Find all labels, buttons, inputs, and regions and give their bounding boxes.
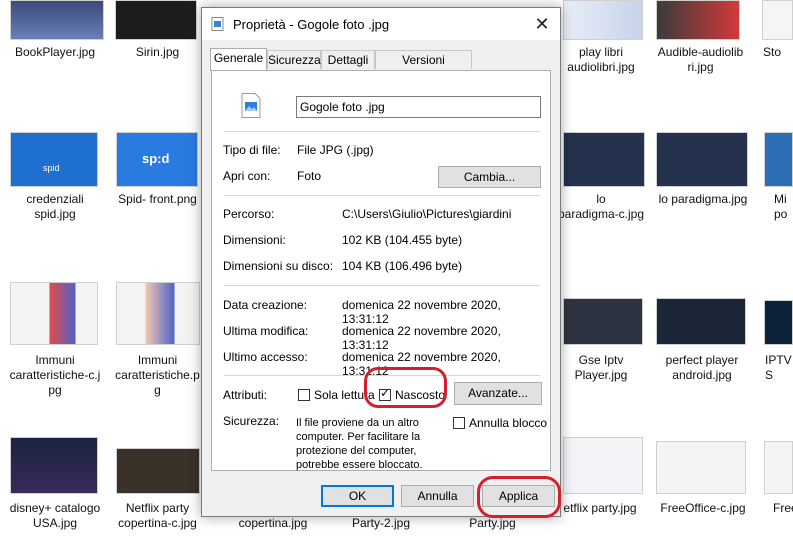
file-thumbnail[interactable] <box>563 298 643 345</box>
file-label[interactable]: Spid- front.png <box>110 192 205 207</box>
file-thumbnail[interactable] <box>10 437 98 494</box>
advanced-button[interactable]: Avanzate... <box>454 382 542 405</box>
cancel-button[interactable]: Annulla <box>401 485 474 507</box>
file-thumbnail[interactable] <box>764 300 793 345</box>
filename-field[interactable]: Gogole foto .jpg <box>296 96 541 118</box>
file-label[interactable]: Free <box>773 501 793 516</box>
size-on-disk-value: 104 KB (106.496 byte) <box>342 259 463 273</box>
file-label[interactable]: credenziali spid.jpg <box>0 192 110 222</box>
file-thumbnail[interactable] <box>10 0 104 40</box>
file-label[interactable]: FreeOffice-c.jpg <box>648 501 758 516</box>
created-value: domenica 22 novembre 2020, 13:31:12 <box>342 298 501 326</box>
file-thumbnail[interactable] <box>656 132 748 187</box>
file-thumbnail[interactable] <box>563 0 643 40</box>
file-thumbnail[interactable] <box>656 0 740 40</box>
image-file-icon <box>241 93 261 118</box>
close-icon[interactable]: ✕ <box>530 12 554 36</box>
path-label: Percorso: <box>223 207 275 221</box>
spid-logo: spid <box>43 163 60 173</box>
security-label: Sicurezza: <box>223 414 280 428</box>
tab-dettagli[interactable]: Dettagli <box>321 50 375 69</box>
file-thumbnail[interactable] <box>115 0 197 40</box>
file-label[interactable]: Mi po <box>774 192 793 222</box>
divider <box>224 131 540 132</box>
file-label[interactable]: perfect player android.jpg <box>648 353 756 383</box>
file-label[interactable]: Immuni caratteristiche-c.j pg <box>0 353 110 398</box>
unblock-label[interactable]: Annulla blocco <box>469 416 547 430</box>
size-value: 102 KB (104.455 byte) <box>342 233 463 247</box>
divider <box>224 195 540 196</box>
file-label[interactable]: play libri audiolibri.jpg <box>556 45 646 75</box>
divider <box>224 285 540 286</box>
file-label[interactable]: lo paradigma-c.jpg <box>556 192 646 222</box>
file-label[interactable]: Immuni caratteristiche.p g <box>110 353 205 398</box>
tab-versioni-precedenti[interactable]: Versioni precedenti <box>375 50 472 86</box>
file-label[interactable]: Audible-audiolib ri.jpg <box>648 45 753 75</box>
file-label[interactable]: Sirin.jpg <box>110 45 205 60</box>
general-tab-panel: Gogole foto .jpg Tipo di file: File JPG … <box>211 70 551 471</box>
file-label[interactable]: Party-2.jpg <box>336 516 426 531</box>
highlight-apply-button <box>477 476 561 518</box>
highlight-hidden-attribute <box>364 367 447 408</box>
file-type-value: File JPG (.jpg) <box>297 143 374 157</box>
size-on-disk-label: Dimensioni su disco: <box>223 259 334 273</box>
file-thumbnail[interactable] <box>116 282 200 345</box>
title-bar[interactable]: Proprietà - Gogole foto .jpg ✕ <box>202 8 560 40</box>
file-thumbnail[interactable] <box>10 282 98 345</box>
file-label[interactable]: disney+ catalogo USA.jpg <box>0 501 110 531</box>
attributes-label: Attributi: <box>223 388 268 402</box>
file-thumbnail[interactable] <box>762 0 793 40</box>
path-value: C:\Users\Giulio\Pictures\giardini <box>342 207 512 221</box>
size-label: Dimensioni: <box>223 233 286 247</box>
file-thumbnail[interactable] <box>656 298 746 345</box>
unblock-checkbox[interactable] <box>453 417 465 429</box>
file-thumbnail[interactable] <box>656 441 746 494</box>
readonly-checkbox[interactable] <box>298 389 310 401</box>
file-thumbnail[interactable]: sp:d <box>116 132 198 187</box>
open-with-value: Foto <box>297 169 322 183</box>
created-label: Data creazione: <box>223 298 308 312</box>
file-thumbnail[interactable] <box>116 448 200 494</box>
file-thumbnail[interactable] <box>764 441 793 494</box>
spid-logo: sp:d <box>142 151 170 166</box>
accessed-label: Ultimo accesso: <box>223 350 308 364</box>
file-type-label: Tipo di file: <box>223 143 281 157</box>
file-thumbnail[interactable] <box>764 132 793 187</box>
modified-label: Ultima modifica: <box>223 324 309 338</box>
file-label[interactable]: Sto <box>763 45 793 60</box>
security-message: Il file proviene da un altro computer. P… <box>296 417 423 471</box>
file-label[interactable]: Netflix party copertina-c.jpg <box>110 501 205 531</box>
file-label[interactable]: Party.jpg <box>445 516 540 531</box>
file-label[interactable]: IPTV S <box>765 353 793 383</box>
file-label[interactable]: Gse Iptv Player.jpg <box>556 353 646 383</box>
properties-dialog: Proprietà - Gogole foto .jpg ✕ Generale … <box>201 7 561 517</box>
file-label[interactable]: copertina.jpg <box>233 516 313 531</box>
modified-value: domenica 22 novembre 2020, 13:31:12 <box>342 324 501 352</box>
change-button[interactable]: Cambia... <box>438 166 541 188</box>
open-with-label: Apri con: <box>223 169 271 183</box>
file-label[interactable]: lo paradigma.jpg <box>648 192 758 207</box>
file-thumbnail[interactable] <box>563 132 645 187</box>
ok-button[interactable]: OK <box>321 485 394 507</box>
file-label[interactable]: etflix party.jpg <box>560 501 640 516</box>
file-label[interactable]: BookPlayer.jpg <box>0 45 110 60</box>
tab-generale[interactable]: Generale <box>210 48 267 71</box>
image-file-icon <box>211 17 224 31</box>
dialog-title: Proprietà - Gogole foto .jpg <box>233 17 390 32</box>
file-thumbnail[interactable] <box>563 437 643 494</box>
file-thumbnail[interactable]: spid <box>10 132 98 187</box>
tab-sicurezza[interactable]: Sicurezza <box>267 50 321 69</box>
